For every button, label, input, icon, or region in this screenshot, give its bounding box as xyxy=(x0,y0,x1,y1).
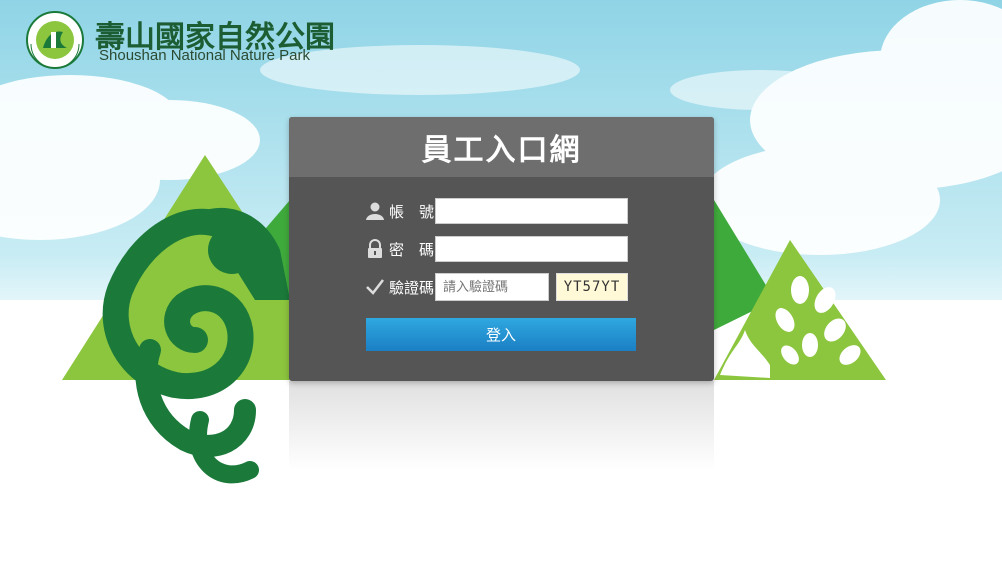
login-title: 員工入口網 xyxy=(421,133,582,168)
lock-icon xyxy=(365,239,385,259)
password-label: 密 碼 xyxy=(389,240,435,259)
login-panel-header: 員工入口網 xyxy=(289,117,714,177)
captcha-row: 驗證碼 YT57YT xyxy=(365,273,628,301)
user-icon xyxy=(365,201,385,221)
panel-reflection xyxy=(289,381,714,471)
check-icon xyxy=(365,277,385,297)
captcha-image[interactable]: YT57YT xyxy=(556,273,628,301)
account-label: 帳 號 xyxy=(389,202,435,221)
account-row: 帳 號 xyxy=(365,198,628,224)
account-input[interactable] xyxy=(435,198,628,224)
park-emblem xyxy=(25,10,85,74)
captcha-label: 驗證碼 xyxy=(389,278,435,297)
password-input[interactable] xyxy=(435,236,628,262)
captcha-input[interactable] xyxy=(435,273,549,301)
password-row: 密 碼 xyxy=(365,236,628,262)
login-panel: 員工入口網 帳 號 密 碼 驗證碼 YT57YT 登入 xyxy=(289,117,714,381)
park-name-english: Shoushan National Nature Park xyxy=(99,47,310,64)
login-button[interactable]: 登入 xyxy=(366,318,636,351)
